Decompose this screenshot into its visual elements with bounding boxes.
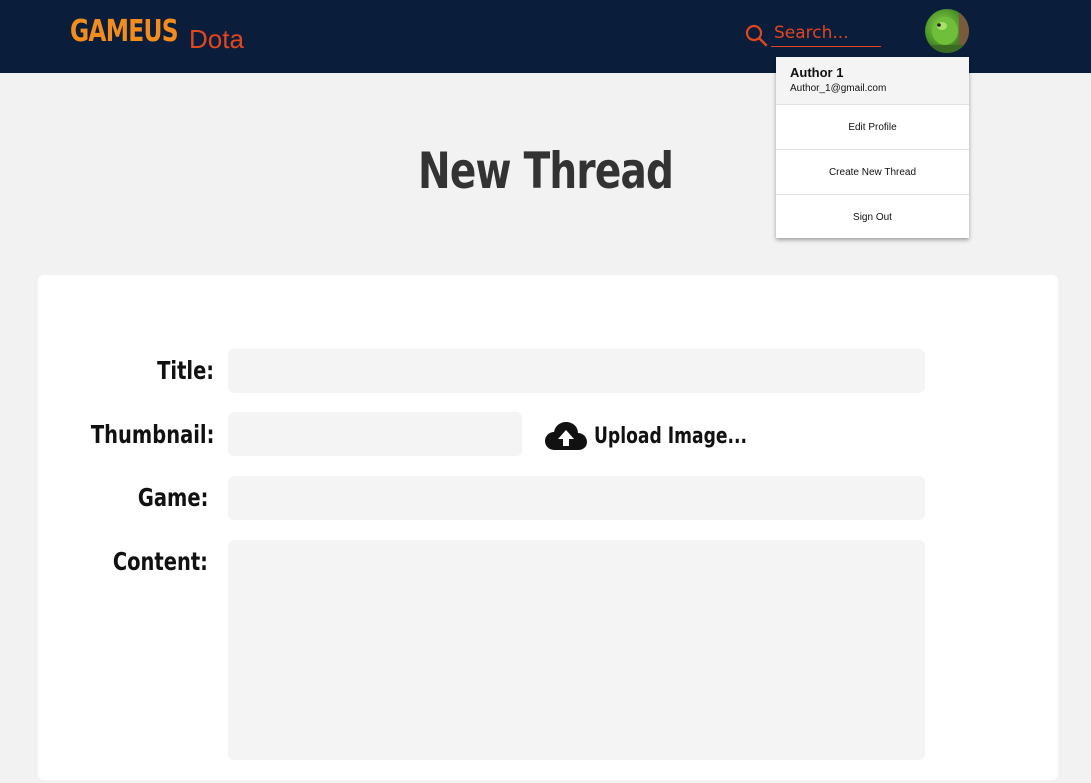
user-email: Author_1@gmail.com xyxy=(790,83,887,94)
content-label: Content: xyxy=(112,547,208,576)
content-textarea[interactable] xyxy=(228,540,925,760)
upload-image-label: Upload Image... xyxy=(594,423,748,449)
game-label: Game: xyxy=(137,483,208,512)
page-title-text: New Thread xyxy=(417,142,674,200)
upload-image-button[interactable]: Upload Image... xyxy=(544,418,790,454)
search-input[interactable] xyxy=(771,19,881,47)
user-name: Author 1 xyxy=(790,65,844,80)
search-icon[interactable] xyxy=(744,23,768,47)
edit-profile-menu-item[interactable]: Edit Profile xyxy=(776,104,969,149)
user-info: Author 1 Author_1@gmail.com xyxy=(776,57,969,104)
thumbnail-label: Thumbnail: xyxy=(90,420,214,449)
create-new-thread-menu-item[interactable]: Create New Thread xyxy=(776,149,969,194)
cloud-upload-icon xyxy=(545,422,587,450)
user-dropdown-menu: Author 1 Author_1@gmail.com Edit Profile… xyxy=(776,57,969,238)
avatar[interactable] xyxy=(925,9,969,53)
game-input[interactable] xyxy=(228,476,925,520)
game-name[interactable]: Dota xyxy=(189,24,244,55)
sign-out-menu-item[interactable]: Sign Out xyxy=(776,194,969,239)
title-label: Title: xyxy=(156,356,214,385)
brand-logo[interactable]: GAMEUS xyxy=(70,14,179,49)
title-input[interactable] xyxy=(228,349,925,393)
avatar-image xyxy=(925,13,969,53)
thumbnail-input[interactable] xyxy=(228,412,522,456)
